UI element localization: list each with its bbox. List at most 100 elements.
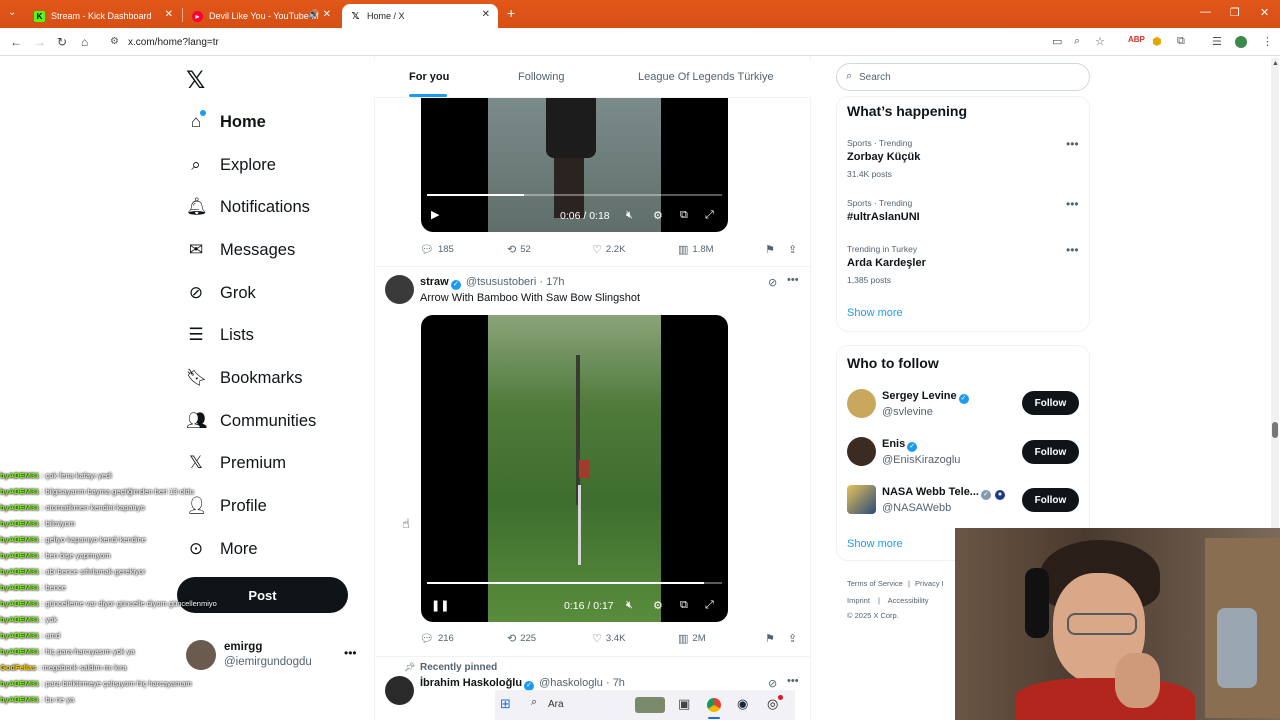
tweet-time[interactable]: · 7h — [606, 677, 625, 689]
nav-messages[interactable]: ✉ Messages — [186, 235, 295, 265]
avatar[interactable] — [847, 485, 876, 514]
imprint-link[interactable]: Imprint — [847, 596, 870, 605]
taskbar-search-icon[interactable]: ⌕ — [531, 696, 537, 709]
tab-youtube-music[interactable]: ▸ Devil Like You - YouTube M 🔊 ✕ — [184, 4, 339, 28]
nav-notifications[interactable]: 🔔︎ Notifications — [186, 192, 310, 222]
video-player[interactable]: ❚❚ 0:16 / 0:17 🔇︎ ⚙ ⧉ ⤢ — [421, 315, 728, 622]
more-dots-icon[interactable]: ••• — [344, 646, 357, 660]
more-dots-icon[interactable]: ••• — [787, 675, 799, 687]
tab-search-icon[interactable]: ⌄ — [8, 7, 16, 18]
follow-button[interactable]: Follow — [1022, 391, 1079, 415]
widgets-icon[interactable] — [635, 697, 665, 713]
chrome-icon[interactable] — [707, 698, 721, 712]
file-explorer-icon[interactable]: ▣ — [678, 696, 690, 712]
tab-x-home[interactable]: 𝕏 Home / X ✕ — [342, 4, 498, 28]
speaker-icon[interactable]: 🔊 — [308, 9, 319, 20]
pip-icon[interactable]: ⧉ — [680, 599, 688, 612]
avatar[interactable] — [847, 437, 876, 466]
follow-button[interactable]: Follow — [1022, 440, 1079, 464]
trend-title[interactable]: #ultrAslanUNI — [847, 211, 920, 223]
accessibility-link[interactable]: Accessibility — [888, 596, 929, 605]
more-dots-icon[interactable]: ••• — [787, 274, 799, 286]
trend-title[interactable]: Zorbay Küçük — [847, 151, 920, 163]
nav-bookmarks[interactable]: 🔖︎ Bookmarks — [186, 363, 303, 393]
scroll-up-icon[interactable]: ▲ — [1272, 60, 1279, 67]
home-browser-icon[interactable]: ⌂ — [81, 35, 88, 49]
menu-dots-icon[interactable]: ⋮ — [1262, 35, 1273, 48]
obs-icon[interactable]: ◎ — [767, 696, 778, 712]
grok-explain-icon[interactable]: ⊘ — [768, 276, 777, 289]
restore-icon[interactable]: ❐ — [1230, 6, 1240, 19]
terms-link[interactable]: Terms of Service — [847, 579, 903, 588]
more-dots-icon[interactable]: ••• — [1066, 197, 1079, 211]
tweet-time[interactable]: · 17h — [539, 276, 564, 288]
bookmark-button[interactable]: ⚑ — [765, 243, 775, 256]
search-input[interactable]: ⌕ Search — [836, 63, 1090, 91]
nav-home[interactable]: ⌂ Home — [186, 107, 266, 137]
author-name[interactable]: straw — [420, 276, 449, 288]
x-logo-icon[interactable]: 𝕏 — [186, 66, 205, 95]
show-more-link[interactable]: Show more — [847, 538, 903, 550]
more-dots-icon[interactable]: ••• — [1066, 137, 1079, 151]
settings-icon[interactable]: ⚙ — [653, 599, 663, 612]
author-handle[interactable]: @tsusustoberi — [466, 276, 536, 288]
fullscreen-icon[interactable]: ⤢ — [705, 209, 714, 222]
author-handle[interactable]: @haskologlu — [539, 677, 603, 689]
profile-avatar-icon[interactable] — [1235, 36, 1247, 48]
like-button[interactable]: ♡ 3.4K — [592, 632, 625, 645]
forward-icon[interactable]: → — [34, 35, 46, 49]
media-icon[interactable]: ☰ — [1212, 35, 1222, 48]
adblock-icon[interactable]: ABP — [1128, 35, 1145, 44]
suggestion-name[interactable]: Sergey Levine ✓ — [882, 390, 971, 404]
video-progress[interactable] — [427, 582, 722, 584]
close-icon[interactable]: ✕ — [482, 9, 490, 20]
cast-icon[interactable]: ▭ — [1052, 35, 1062, 48]
avatar[interactable] — [385, 676, 414, 705]
nav-lists[interactable]: ☰ Lists — [186, 320, 254, 350]
bookmark-button[interactable]: ⚑ — [765, 632, 775, 645]
trend-title[interactable]: Arda Kardeşler — [847, 257, 926, 269]
site-info-icon[interactable]: ⚙ — [110, 36, 119, 47]
settings-icon[interactable]: ⚙ — [653, 209, 663, 222]
views-button[interactable]: ▥ 1.8M — [678, 243, 714, 256]
extensions-icon[interactable]: ⧉ — [1177, 35, 1185, 48]
like-button[interactable]: ♡ 2.2K — [592, 243, 625, 256]
privacy-link[interactable]: Privacy I — [915, 579, 944, 588]
scrollbar-thumb[interactable] — [1272, 422, 1278, 438]
reply-button[interactable]: 💬︎ 185 — [420, 243, 454, 256]
tab-following[interactable]: Following — [518, 71, 564, 83]
views-button[interactable]: ▥ 2M — [678, 632, 706, 645]
tab-kick[interactable]: K Stream - Kick Dashboard ✕ — [26, 4, 181, 28]
play-icon[interactable]: ▶ — [431, 208, 439, 221]
reply-button[interactable]: 💬︎ 216 — [420, 632, 454, 645]
back-icon[interactable]: ← — [10, 35, 22, 49]
repost-button[interactable]: ⟲ 52 — [507, 243, 531, 256]
pause-icon[interactable]: ❚❚ — [431, 599, 449, 612]
minimize-icon[interactable]: — — [1200, 6, 1211, 18]
windows-start-icon[interactable]: ⊞ — [500, 696, 511, 712]
mute-icon[interactable]: 🔇︎ — [626, 599, 633, 612]
url-field[interactable]: x.com/home?lang=tr — [104, 31, 1112, 53]
follow-button[interactable]: Follow — [1022, 488, 1079, 512]
suggestion-name[interactable]: Enis ✓ — [882, 438, 919, 452]
nav-grok[interactable]: ⊘ Grok — [186, 278, 256, 308]
share-button[interactable]: ⇪ — [788, 632, 797, 645]
tab-for-you[interactable]: For you — [409, 71, 449, 83]
bookmark-star-icon[interactable]: ☆ — [1095, 35, 1105, 48]
avatar[interactable] — [847, 389, 876, 418]
reload-icon[interactable]: ↻ — [57, 35, 67, 49]
zoom-icon[interactable]: ⌕ — [1074, 35, 1080, 48]
repost-button[interactable]: ⟲ 225 — [507, 632, 536, 645]
share-button[interactable]: ⇪ — [788, 243, 797, 256]
more-dots-icon[interactable]: ••• — [1066, 243, 1079, 257]
avatar[interactable] — [385, 275, 414, 304]
author-name[interactable]: İbrahim Haskoloğlu — [420, 677, 522, 689]
close-icon[interactable]: ✕ — [165, 9, 173, 20]
pip-icon[interactable]: ⧉ — [680, 209, 688, 222]
tab-league-of-legends[interactable]: League Of Legends Türkiye — [638, 71, 774, 83]
close-icon[interactable]: ✕ — [323, 9, 331, 20]
close-window-icon[interactable]: ✕ — [1260, 6, 1269, 19]
video-progress[interactable] — [427, 194, 722, 196]
mute-icon[interactable]: 🔇︎ — [626, 209, 633, 222]
new-tab-icon[interactable]: + — [507, 5, 515, 21]
